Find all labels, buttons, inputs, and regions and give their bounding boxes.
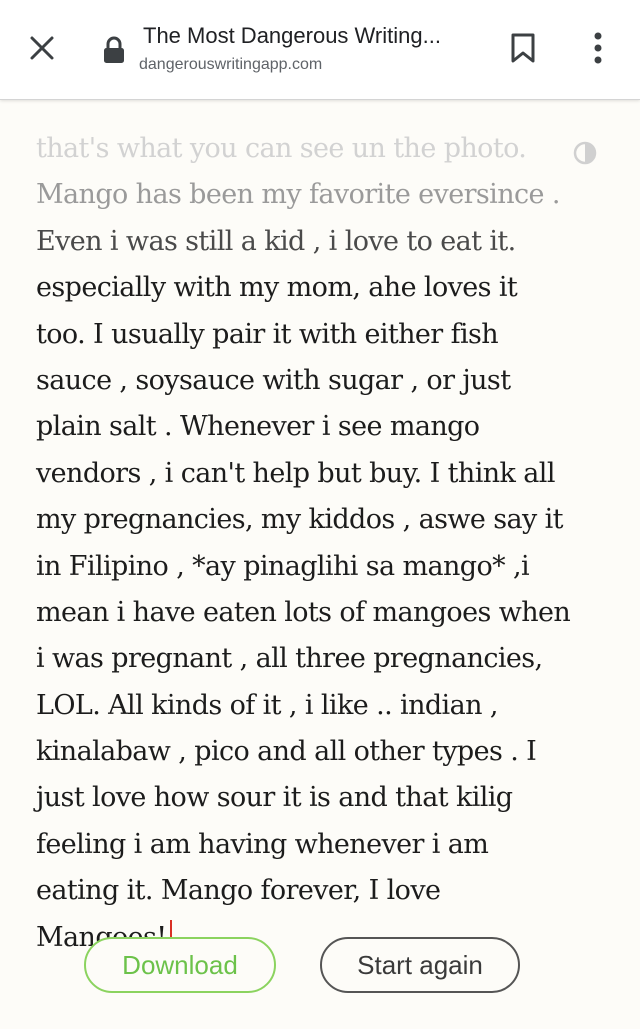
- text-line: too. I usually pair it with either fish: [36, 318, 499, 350]
- text-line: kinalabaw , pico and all other types . I: [36, 736, 537, 768]
- close-button[interactable]: [22, 28, 62, 68]
- text-line: my pregnancies, my kiddos , aswe say it: [36, 504, 563, 536]
- text-line: just love how sour it is and that kilig: [36, 782, 513, 814]
- text-line: especially with my mom, ahe loves it: [36, 272, 518, 304]
- text-line: sauce , soysauce with sugar , or just: [36, 364, 511, 396]
- text-line: that's what you can see un the photo.: [36, 133, 527, 164]
- contrast-icon[interactable]: [573, 141, 597, 165]
- page-url: dangerouswritingapp.com: [139, 56, 323, 73]
- writing-textarea[interactable]: that's what you can see un the photo. Ma…: [36, 126, 611, 961]
- close-icon: [30, 36, 54, 60]
- page-title: The Most Dangerous Writing...: [143, 23, 441, 48]
- writing-editor[interactable]: that's what you can see un the photo. Ma…: [0, 100, 640, 1029]
- download-button[interactable]: Download: [84, 937, 276, 993]
- text-line: eating it. Mango forever, I love: [36, 875, 441, 907]
- text-line: plain salt . Whenever i see mango: [36, 411, 480, 443]
- text-line: in Filipino , *ay pinaglihi sa mango* ,i: [36, 550, 530, 582]
- browser-toolbar: The Most Dangerous Writing... dangerousw…: [0, 0, 640, 100]
- overflow-menu-button[interactable]: [578, 28, 618, 68]
- bookmark-icon: [511, 33, 535, 63]
- text-line: vendors , i can't help but buy. I think …: [36, 457, 555, 489]
- start-again-button[interactable]: Start again: [320, 937, 520, 993]
- text-line: LOL. All kinds of it , i like .. indian …: [36, 689, 498, 721]
- text-line: Mango has been my favorite eversince .: [36, 179, 560, 211]
- text-line: Even i was still a kid , i love to eat i…: [36, 225, 516, 257]
- page-title-block[interactable]: The Most Dangerous Writing... dangerousw…: [139, 22, 478, 76]
- text-line: mean i have eaten lots of mangoes when: [36, 596, 571, 628]
- lock-icon: [104, 36, 124, 63]
- more-vert-icon: [594, 32, 602, 64]
- text-line: feeling i am having whenever i am: [36, 828, 489, 860]
- text-line: i was pregnant , all three pregnancies,: [36, 643, 543, 675]
- bookmark-button[interactable]: [503, 28, 543, 68]
